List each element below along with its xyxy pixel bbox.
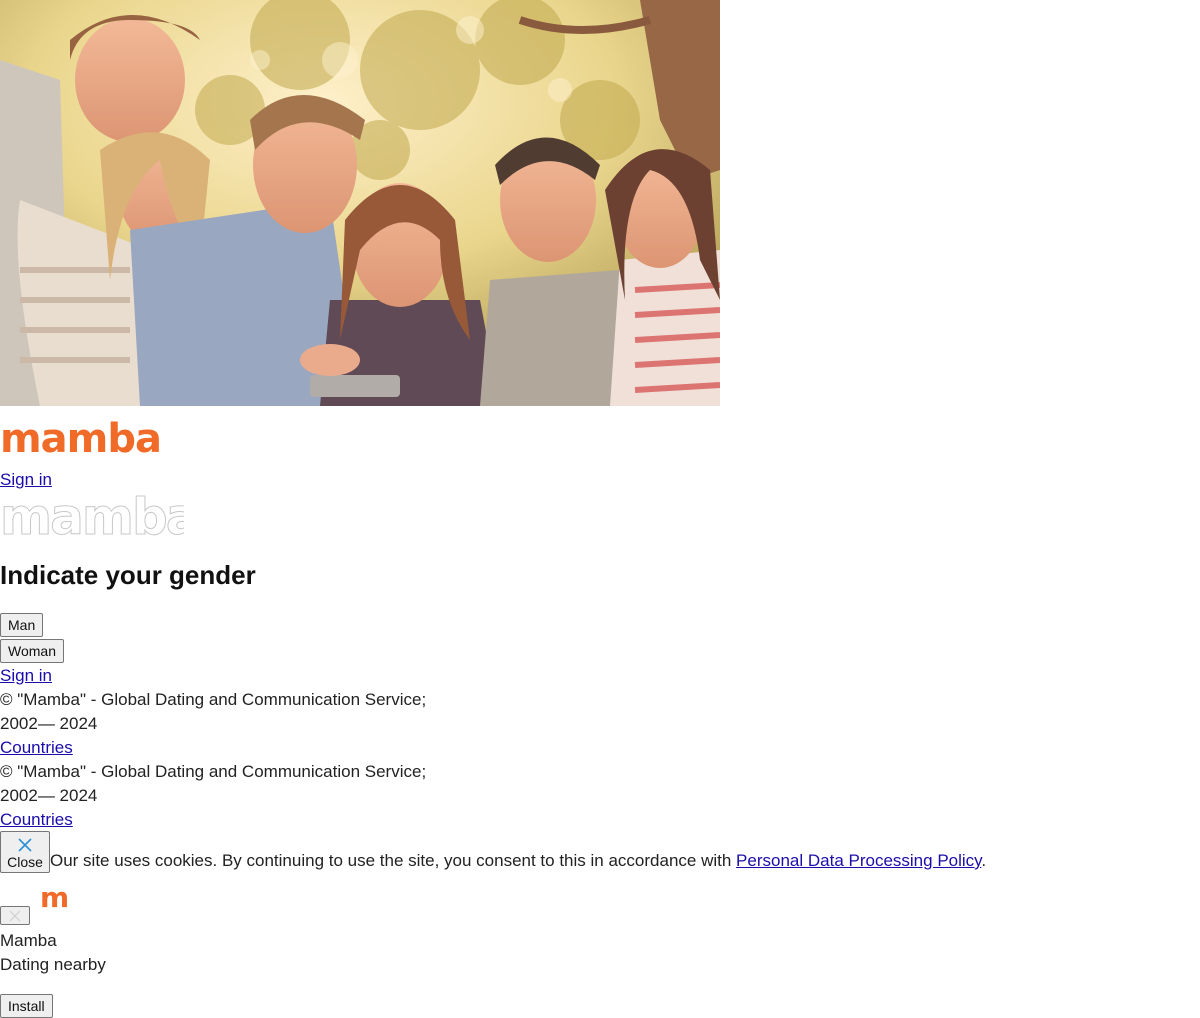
install-button[interactable]: Install bbox=[0, 994, 53, 1018]
outline-logo-text: mamba bbox=[0, 490, 184, 538]
app-name: Mamba bbox=[0, 931, 57, 950]
app-icon-letter: m bbox=[40, 886, 69, 910]
close-icon bbox=[18, 838, 32, 852]
mamba-app-icon: m bbox=[40, 881, 69, 914]
cookie-notice: Our site uses cookies. By continuing to … bbox=[50, 849, 986, 873]
app-tagline: Dating nearby bbox=[0, 955, 106, 974]
sign-in-link-secondary[interactable]: Sign in bbox=[0, 664, 52, 688]
copyright-text: © "Mamba" - Global Dating and Communicat… bbox=[0, 690, 427, 709]
group-photo-icon bbox=[0, 0, 720, 406]
gender-title: Indicate your gender bbox=[0, 560, 256, 590]
close-label: Close bbox=[7, 854, 43, 870]
mamba-outline-logo-icon: mamba bbox=[0, 488, 200, 547]
app-icon: m bbox=[40, 881, 70, 915]
hero-image bbox=[0, 0, 720, 406]
cookie-text: Our site uses cookies. By continuing to … bbox=[50, 851, 737, 870]
copyright-years: 2002— 2024 bbox=[0, 786, 98, 805]
mamba-logo[interactable]: mamba bbox=[0, 416, 162, 462]
cookie-close-button[interactable]: Close bbox=[0, 831, 50, 873]
logo-text: mamba bbox=[0, 419, 161, 457]
woman-button[interactable]: Woman bbox=[0, 639, 64, 663]
sign-in-link[interactable]: Sign in bbox=[0, 468, 52, 492]
countries-link[interactable]: Countries bbox=[0, 736, 73, 760]
close-icon bbox=[9, 910, 21, 921]
mamba-logo-icon: mamba bbox=[0, 416, 162, 462]
mamba-outline-logo: mamba bbox=[0, 488, 200, 547]
cookie-end: . bbox=[981, 851, 987, 870]
countries-link[interactable]: Countries bbox=[0, 808, 73, 832]
copyright-years: 2002— 2024 bbox=[0, 714, 98, 733]
privacy-policy-link[interactable]: Personal Data Processing Policy bbox=[736, 851, 981, 870]
copyright-text: © "Mamba" - Global Dating and Communicat… bbox=[0, 762, 427, 781]
man-button[interactable]: Man bbox=[0, 613, 44, 637]
app-banner-close-button[interactable] bbox=[0, 906, 30, 925]
